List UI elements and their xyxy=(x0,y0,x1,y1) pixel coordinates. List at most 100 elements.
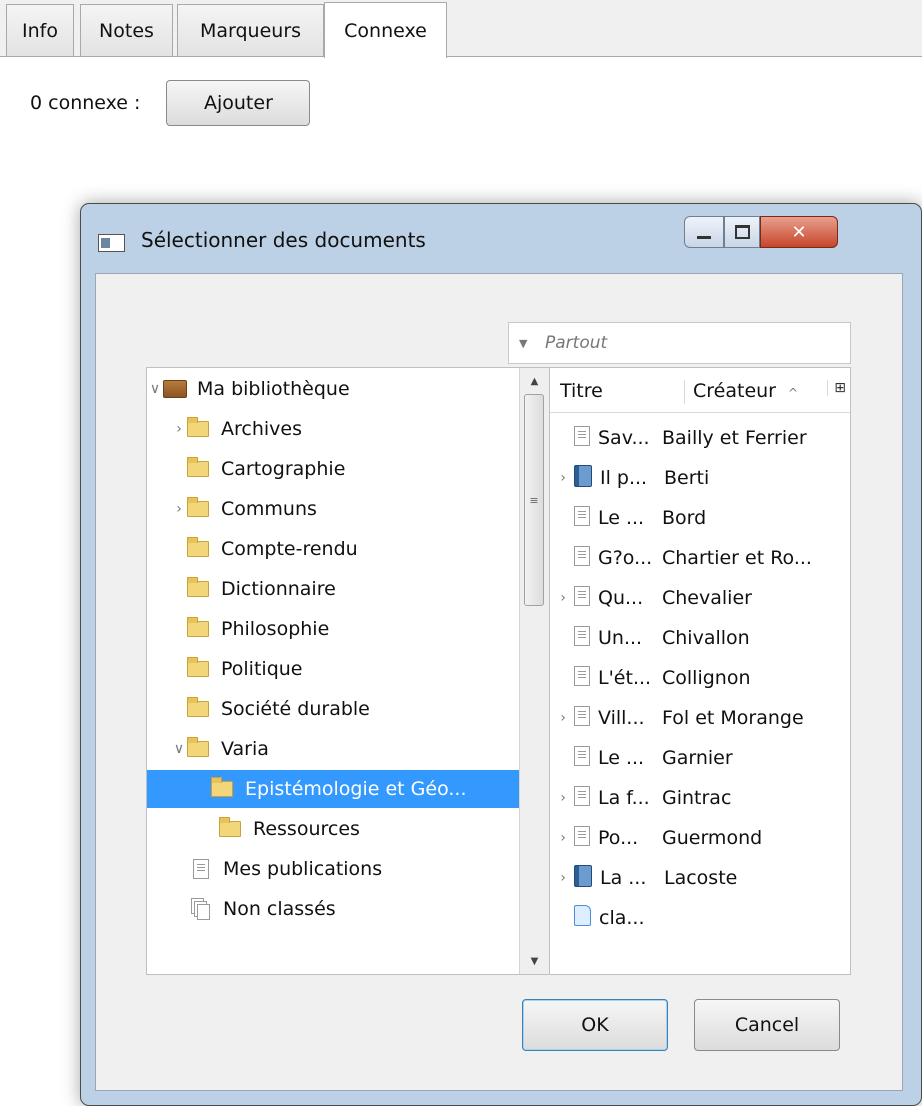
folder-icon xyxy=(187,737,209,757)
document-icon xyxy=(574,705,590,726)
table-row[interactable]: Un... Chivallon xyxy=(550,618,850,658)
tree-item-compte-rendu[interactable]: Compte-rendu xyxy=(187,530,358,568)
row-icon xyxy=(574,745,590,771)
add-related-button[interactable]: Ajouter xyxy=(166,80,311,126)
row-icon xyxy=(574,545,590,571)
tree-item-label: Ma bibliothèque xyxy=(197,378,350,400)
tab-info[interactable]: Info xyxy=(6,4,74,56)
unfiled-items-icon xyxy=(191,898,210,920)
tab-notes[interactable]: Notes xyxy=(80,4,173,56)
chevron-down-icon[interactable]: ∨ xyxy=(147,381,163,397)
column-picker-icon[interactable]: ⊞ xyxy=(827,380,846,396)
table-row[interactable]: › La f... Gintrac xyxy=(550,778,850,818)
chevron-right-icon[interactable]: › xyxy=(556,870,570,886)
row-creator: Collignon xyxy=(662,667,751,689)
tab-marqueurs[interactable]: Marqueurs xyxy=(177,4,324,56)
tree-item-library[interactable]: ∨ Ma bibliothèque xyxy=(147,370,350,408)
table-row[interactable]: › Qu... Chevalier xyxy=(550,578,850,618)
sort-ascending-icon: ^ xyxy=(788,386,799,400)
folder-icon xyxy=(219,817,241,837)
chevron-right-icon[interactable]: › xyxy=(556,470,570,486)
maximize-button[interactable] xyxy=(724,216,760,248)
tree-item-label: Epistémologie et Géo... xyxy=(245,778,467,800)
tree-scrollbar[interactable]: ▲ ≡ ▼ xyxy=(519,368,549,974)
table-row[interactable]: Sav... Bailly et Ferrier xyxy=(550,418,850,458)
chevron-right-icon[interactable]: › xyxy=(556,710,570,726)
folder-icon xyxy=(187,657,209,677)
tree-item-epistemologie[interactable]: Epistémologie et Géo... xyxy=(147,770,519,808)
ok-button[interactable]: OK xyxy=(522,999,668,1051)
scrollbar-thumb[interactable]: ≡ xyxy=(524,394,544,606)
row-title: Sav... xyxy=(598,427,650,449)
tab-info-label: Info xyxy=(22,19,58,42)
document-icon xyxy=(574,745,590,766)
table-row[interactable]: G?o... Chartier et Ro... xyxy=(550,538,850,578)
row-creator: Chivallon xyxy=(662,627,750,649)
tree-item-varia[interactable]: ∨ Varia xyxy=(171,730,269,768)
tab-connexe[interactable]: Connexe xyxy=(324,2,447,58)
tree-item-cartographie[interactable]: Cartographie xyxy=(187,450,345,488)
tree-item-label: Varia xyxy=(221,738,269,760)
tree-item-ressources[interactable]: Ressources xyxy=(219,810,360,848)
row-creator: Garnier xyxy=(662,747,733,769)
tree-item-my-publications[interactable]: Mes publications xyxy=(193,850,382,888)
table-row[interactable]: › Il p... Berti xyxy=(550,458,850,498)
chevron-right-icon[interactable]: › xyxy=(171,501,187,517)
tree-item-label: Ressources xyxy=(253,818,360,840)
tree-item-archives[interactable]: › Archives xyxy=(171,410,302,448)
folder-icon xyxy=(211,777,233,797)
table-row[interactable]: › Po... Guermond xyxy=(550,818,850,858)
column-header-creator-label: Créateur xyxy=(693,380,776,402)
row-creator: Guermond xyxy=(662,827,763,849)
close-button[interactable]: ✕ xyxy=(760,216,838,248)
tree-item-label: Philosophie xyxy=(221,618,330,640)
row-title: Po... xyxy=(598,827,639,849)
tree-item-communs[interactable]: › Communs xyxy=(171,490,317,528)
tree-item-dictionnaire[interactable]: Dictionnaire xyxy=(187,570,336,608)
row-creator: Berti xyxy=(664,467,710,489)
row-creator: Fol et Morange xyxy=(662,707,804,729)
book-icon xyxy=(574,464,592,487)
dialog-content: ▼ ∨ Ma bibliothèque › Archives Cartograp… xyxy=(95,273,903,1091)
window-controls: ✕ xyxy=(684,216,838,248)
cancel-button[interactable]: Cancel xyxy=(694,999,840,1051)
tab-bar: Info Notes Marqueurs Connexe xyxy=(0,0,922,58)
scroll-down-icon[interactable]: ▼ xyxy=(520,950,549,972)
row-title: Qu... xyxy=(598,587,644,609)
select-documents-dialog: Sélectionner des documents ✕ ▼ ∨ Ma bibl… xyxy=(80,203,922,1106)
search-box[interactable]: ▼ xyxy=(508,322,851,364)
document-icon xyxy=(574,825,590,846)
minimize-button[interactable] xyxy=(684,216,724,248)
search-mode-dropdown-icon[interactable]: ▼ xyxy=(519,337,535,350)
folder-icon xyxy=(187,497,209,517)
row-icon xyxy=(574,785,590,811)
tab-connexe-label: Connexe xyxy=(344,19,427,42)
table-row[interactable]: Le ... Garnier xyxy=(550,738,850,778)
search-input[interactable] xyxy=(543,332,837,354)
dialog-title: Sélectionner des documents xyxy=(141,228,426,252)
row-title: Vill... xyxy=(598,707,645,729)
related-count-label: 0 connexe : xyxy=(30,92,141,114)
table-row[interactable]: cla... xyxy=(550,898,850,938)
folder-icon xyxy=(187,457,209,477)
chevron-right-icon[interactable]: › xyxy=(556,790,570,806)
tree-item-label: Mes publications xyxy=(223,858,383,880)
chevron-right-icon[interactable]: › xyxy=(556,590,570,606)
table-row[interactable]: › La ... Lacoste xyxy=(550,858,850,898)
chevron-down-icon[interactable]: ∨ xyxy=(171,741,187,757)
table-row[interactable]: Le ... Bord xyxy=(550,498,850,538)
row-creator: Lacoste xyxy=(664,867,738,889)
tree-item-societe-durable[interactable]: Société durable xyxy=(187,690,370,728)
tree-item-philosophie[interactable]: Philosophie xyxy=(187,610,329,648)
tree-item-politique[interactable]: Politique xyxy=(187,650,302,688)
tree-item-unfiled[interactable]: Non classés xyxy=(191,890,336,928)
chevron-right-icon[interactable]: › xyxy=(556,830,570,846)
scroll-up-icon[interactable]: ▲ xyxy=(520,370,549,392)
tree-item-label: Cartographie xyxy=(221,458,346,480)
column-header-title[interactable]: Titre xyxy=(560,380,603,402)
column-header-creator[interactable]: Créateur ^ xyxy=(684,380,798,404)
table-row[interactable]: › Vill... Fol et Morange xyxy=(550,698,850,738)
row-icon xyxy=(574,665,590,691)
table-row[interactable]: L'ét... Collignon xyxy=(550,658,850,698)
chevron-right-icon[interactable]: › xyxy=(171,421,187,437)
